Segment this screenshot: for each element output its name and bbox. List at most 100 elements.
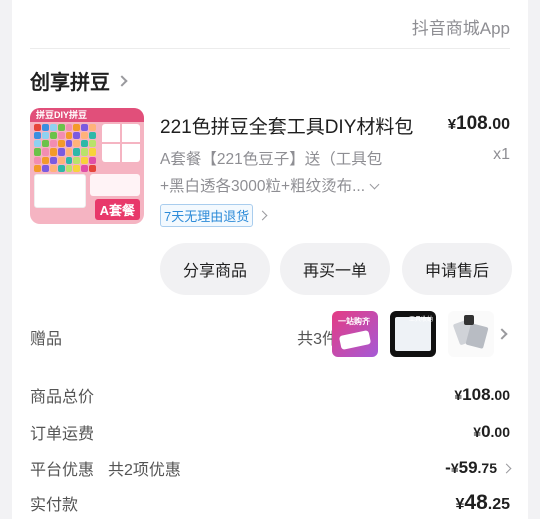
product-title[interactable]: 221色拼豆全套工具DIY材料包 [160, 112, 430, 139]
bead-swatch [65, 148, 73, 156]
bead-swatch [41, 148, 49, 156]
bead-swatch [81, 164, 89, 172]
bead-swatch [57, 164, 65, 172]
bead-swatch [57, 132, 65, 140]
shop-name: 创享拼豆 [30, 72, 110, 94]
amount-dec: .75 [477, 460, 497, 476]
bead-swatch [81, 124, 89, 132]
bead-swatch [65, 156, 73, 164]
bead-swatch [73, 156, 81, 164]
bead-swatch [34, 164, 41, 172]
discount-value: - ¥59.75 [445, 458, 512, 478]
bead-swatch [57, 140, 65, 148]
product-price: ¥108.00 [448, 113, 510, 135]
total-value: ¥108.00 [454, 385, 510, 405]
bead-swatch [89, 148, 96, 156]
price-currency: ¥ [447, 116, 457, 133]
discount-sub: 共2项优惠 [108, 462, 181, 479]
bead-swatch [65, 140, 73, 148]
chevron-down-icon [369, 179, 380, 190]
shipping-row: 订单运费 ¥0.00 [30, 420, 510, 444]
paid-row: 实付款 ¥48.25 [30, 491, 510, 515]
bead-swatch [81, 140, 89, 148]
bead-swatch [81, 148, 89, 156]
amount-int: 0 [481, 422, 491, 441]
shipping-label: 订单运费 [30, 426, 95, 443]
order-card: 抖音商城App 创享拼豆 拼豆DIY拼豆 A套餐 221色拼豆全套工具DIY材料… [12, 0, 528, 519]
bead-swatch [57, 148, 65, 156]
price-integer: 108 [456, 113, 488, 134]
bead-swatch [49, 124, 57, 132]
spec-line-2-row: +黑白透各3000粒+粗纹烫布... [160, 173, 410, 200]
amount-dec: .25 [487, 496, 510, 513]
price-decimal: .00 [487, 116, 510, 133]
currency: ¥ [473, 424, 482, 440]
bead-swatch [57, 124, 65, 132]
paid-label: 实付款 [30, 497, 79, 514]
amount-int: 59 [458, 458, 478, 477]
gift-thumbnail-2[interactable]: 工具收纳 [390, 311, 436, 357]
shipping-value: ¥0.00 [473, 422, 510, 442]
bead-swatch [73, 140, 81, 148]
product-quantity: x1 [493, 146, 510, 163]
bead-swatch [89, 124, 96, 132]
image-badge: A套餐 [94, 199, 140, 220]
bead-swatch [89, 140, 96, 148]
return-policy-text: 7天无理由退货 [160, 204, 254, 227]
bead-swatch [49, 148, 57, 156]
shop-link[interactable]: 创享拼豆 [30, 66, 128, 95]
bead-swatch [65, 132, 73, 140]
rebuy-button[interactable]: 再买一单 [280, 243, 390, 295]
gift-1-strip [338, 330, 372, 350]
bead-swatch [81, 156, 89, 164]
bead-swatch [34, 148, 41, 156]
source-app-label: 抖音商城App [411, 19, 510, 38]
amount-int: 48 [464, 491, 488, 514]
bead-swatch [41, 156, 49, 164]
total-row: 商品总价 ¥108.00 [30, 383, 510, 407]
bead-swatch [49, 132, 57, 140]
amount-dec: .00 [490, 387, 510, 403]
product-spec[interactable]: A套餐【221色豆子】送（工具包 +黑白透各3000粒+粗纹烫布... [160, 146, 410, 200]
bead-grid [34, 124, 96, 172]
currency: ¥ [450, 460, 459, 476]
discount-row[interactable]: 平台优惠 共2项优惠 - ¥59.75 [30, 456, 512, 480]
bead-swatch [34, 140, 41, 148]
product-image[interactable]: 拼豆DIY拼豆 A套餐 [30, 108, 144, 224]
share-button[interactable]: 分享商品 [160, 243, 270, 295]
spec-line-2: +黑白透各3000粒+粗纹烫布... [160, 178, 366, 195]
chevron-right-icon [501, 463, 512, 473]
gift-label: 赠品 [30, 331, 63, 348]
bead-swatch [49, 140, 57, 148]
gift-2-text: 工具收纳 [408, 317, 433, 323]
gift-row[interactable]: 赠品 [30, 325, 510, 349]
tools-pack [90, 174, 140, 196]
gift-3-piece [465, 323, 489, 349]
currency: ¥ [454, 387, 463, 403]
amount-dec: .00 [490, 424, 510, 440]
bead-swatch [49, 164, 57, 172]
bead-swatch [41, 164, 49, 172]
image-header-text: 拼豆DIY拼豆 [36, 110, 88, 120]
tray [34, 174, 86, 208]
gift-1-text: 一站购齐 [338, 317, 370, 326]
bead-swatch [89, 164, 96, 172]
total-label: 商品总价 [30, 389, 95, 406]
bead-swatch [65, 164, 73, 172]
bead-swatch [34, 124, 41, 132]
bead-swatch [49, 156, 57, 164]
bead-swatch [34, 132, 41, 140]
paid-value: ¥48.25 [455, 491, 510, 515]
discount-label: 平台优惠 [30, 462, 95, 479]
gift-thumbnail-1[interactable]: 一站购齐 [332, 311, 378, 357]
bead-swatch [34, 156, 41, 164]
after-sale-button[interactable]: 申请售后 [402, 243, 512, 295]
gift-3-piece [464, 315, 474, 325]
return-policy-tag[interactable]: 7天无理由退货 [160, 204, 268, 227]
amount-int: 108 [462, 385, 491, 404]
gift-thumbnail-3[interactable] [448, 311, 494, 357]
bead-swatch [89, 156, 96, 164]
pegboard [102, 124, 140, 162]
bead-swatch [41, 140, 49, 148]
bead-swatch [73, 164, 81, 172]
